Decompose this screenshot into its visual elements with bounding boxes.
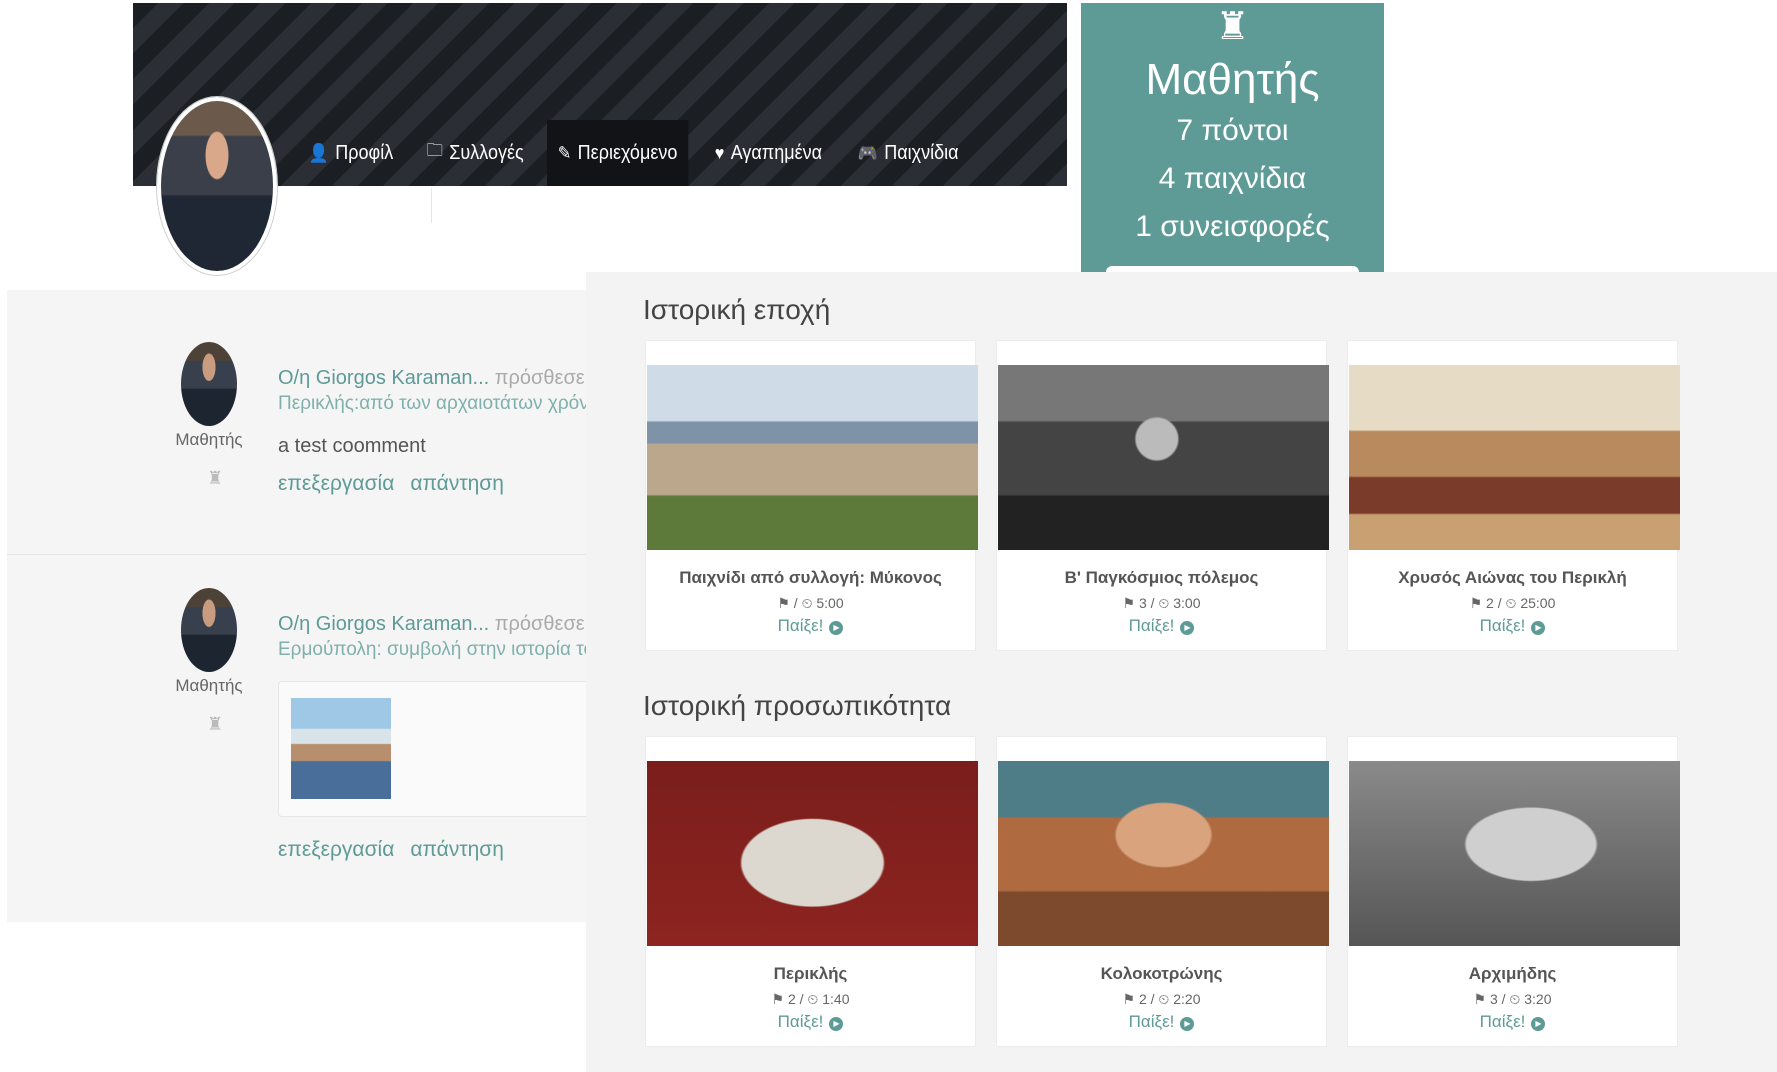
nav-label-favorites: Αγαπημένα	[731, 141, 823, 164]
nav-item-content[interactable]: ✎ Περιεχόμενο	[547, 120, 689, 186]
game-card[interactable]: Αρχιμήδης ⚑ 3 / ⏲ 3:20 Παίξε! ▶	[1347, 736, 1680, 1047]
game-card-meta: ⚑ / ⏲ 5:00	[777, 595, 844, 611]
attachment-thumbnail[interactable]	[291, 698, 391, 799]
play-icon: ▶	[1180, 1017, 1195, 1031]
game-card[interactable]: Χρυσός Αιώνας του Περικλή ⚑ 2 / ⏲ 25:00 …	[1347, 340, 1680, 651]
play-icon: ▶	[1531, 1017, 1546, 1031]
flag-icon: ⚑	[1469, 595, 1483, 611]
avatar[interactable]	[181, 588, 237, 672]
game-card-image	[647, 761, 978, 946]
game-card[interactable]: Κολοκοτρώνης ⚑ 2 / ⏲ 2:20 Παίξε! ▶	[996, 736, 1329, 1047]
game-card-title: Κολοκοτρώνης	[1100, 964, 1223, 983]
profile-panel: 👤 Προφίλ 🗀 Συλλογές ✎ Περιεχόμενο ♥ Αγαπ…	[133, 3, 1067, 291]
nav-label-content: Περιεχόμενο	[578, 141, 678, 164]
reply-link[interactable]: απάντηση	[410, 838, 504, 862]
feed-actions: επεξεργασία απάντηση	[278, 838, 504, 862]
divider	[431, 188, 432, 223]
feed-headline: O/η Giorgos Karaman... πρόσθεσε το ακόλο	[278, 613, 587, 636]
activity-feed: Μαθητής ♜ O/η Giorgos Karaman... πρόσθεσ…	[7, 290, 587, 922]
nav-label-profile: Προφίλ	[335, 141, 394, 164]
feed-comment-text: a test coomment	[278, 435, 426, 457]
feed-item: Μαθητής ♜ O/η Giorgos Karaman... πρόσθεσ…	[7, 555, 587, 922]
feed-actions: επεξεργασία απάντηση	[278, 472, 504, 496]
game-card-image	[998, 365, 1329, 550]
nav-item-collections[interactable]: 🗀 Συλλογές	[416, 120, 535, 186]
game-card-meta: ⚑ 3 / ⏲ 3:20	[1473, 991, 1552, 1007]
nav-item-favorites[interactable]: ♥ Αγαπημένα	[704, 120, 833, 186]
feed-action-text: πρόσθεσε το ακόλο	[494, 367, 587, 389]
game-card-title: Β' Παγκόσμιος πόλεμος	[1064, 568, 1259, 587]
folder-icon: 🗀	[426, 140, 443, 160]
rank-card: ♜ Μαθητής 7 πόντοι 4 παιχνίδια 1 συνεισφ…	[1081, 3, 1384, 272]
chef-hat-icon: ♜	[207, 468, 224, 488]
play-button[interactable]: Παίξε! ▶	[646, 616, 975, 636]
flag-icon: ⚑	[777, 595, 790, 611]
play-icon: ▶	[1180, 621, 1195, 635]
games-panel: Ιστορική εποχή Παιχνίδι από συλλογή: Μύκ…	[586, 272, 1777, 1072]
profile-avatar[interactable]	[157, 97, 277, 275]
flag-icon: ⚑	[1122, 595, 1136, 611]
nav-label-games: Παιχνίδια	[884, 141, 960, 164]
game-card-image	[1349, 365, 1680, 550]
reply-link[interactable]: απάντηση	[410, 472, 504, 496]
user-icon: 👤	[308, 142, 329, 163]
game-card-meta: ⚑ 2 / ⏲ 2:20	[1122, 991, 1201, 1007]
game-card[interactable]: Περικλής ⚑ 2 / ⏲ 1:40 Παίξε! ▶	[645, 736, 978, 1047]
play-button[interactable]: Παίξε! ▶	[997, 1012, 1326, 1032]
feed-user-link[interactable]: O/η Giorgos Karaman...	[278, 367, 489, 389]
rank-title: Μαθητής	[1145, 55, 1320, 104]
nav-label-collections: Συλλογές	[449, 141, 524, 164]
heart-icon: ♥	[715, 142, 725, 163]
flag-icon: ⚑	[1122, 991, 1136, 1007]
game-card-image	[1349, 761, 1680, 946]
edit-icon: ✎	[558, 142, 572, 163]
game-card-meta: ⚑ 2 / ⏲ 1:40	[771, 991, 850, 1007]
flag-icon: ⚑	[771, 991, 785, 1007]
section-title-person: Ιστορική προσωπικότητα	[643, 690, 952, 721]
rank-contributions: 1 συνεισφορές	[1135, 210, 1330, 243]
play-icon: ▶	[829, 621, 844, 635]
edit-link[interactable]: επεξεργασία	[278, 838, 394, 862]
profile-nav: 👤 Προφίλ 🗀 Συλλογές ✎ Περιεχόμενο ♥ Αγαπ…	[298, 120, 983, 186]
nav-item-games[interactable]: 🎮 Παιχνίδια	[847, 120, 969, 186]
chef-hat-icon: ♜	[1215, 6, 1250, 48]
feed-action-text: πρόσθεσε το ακόλο	[494, 613, 587, 635]
play-icon: ▶	[1531, 621, 1546, 635]
feed-target-link[interactable]: Περικλής:από των αρχαιοτάτων χρόνων μέχρ	[278, 393, 587, 415]
game-card-meta: ⚑ 3 / ⏲ 3:00	[1122, 595, 1201, 611]
user-role: Μαθητής	[175, 430, 243, 449]
game-card-image	[998, 761, 1329, 946]
attachment-box	[278, 681, 587, 817]
play-button[interactable]: Παίξε! ▶	[646, 1012, 975, 1032]
avatar[interactable]	[181, 342, 237, 426]
gamepad-icon: 🎮	[858, 142, 879, 163]
game-card-title: Παιχνίδι από συλλογή: Μύκονος	[679, 568, 942, 587]
chef-hat-icon: ♜	[207, 714, 224, 734]
game-card-meta: ⚑ 2 / ⏲ 25:00	[1469, 595, 1556, 611]
play-button[interactable]: Παίξε! ▶	[1348, 1012, 1677, 1032]
flag-icon: ⚑	[1473, 991, 1487, 1007]
user-role: Μαθητής	[175, 676, 243, 695]
game-card-image	[647, 365, 978, 550]
game-card-title: Χρυσός Αιώνας του Περικλή	[1398, 568, 1627, 587]
feed-target-link[interactable]: Ερμούπολη: συμβολή στην ιστορία του νησι…	[278, 639, 587, 661]
rank-points: 7 πόντοι	[1176, 114, 1289, 147]
play-button[interactable]: Παίξε! ▶	[997, 616, 1326, 636]
play-button[interactable]: Παίξε! ▶	[1348, 616, 1677, 636]
game-card-title: Περικλής	[773, 964, 848, 983]
game-card[interactable]: Β' Παγκόσμιος πόλεμος ⚑ 3 / ⏲ 3:00 Παίξε…	[996, 340, 1329, 651]
feed-item: Μαθητής ♜ O/η Giorgos Karaman... πρόσθεσ…	[7, 290, 587, 555]
feed-headline: O/η Giorgos Karaman... πρόσθεσε το ακόλο	[278, 367, 587, 390]
play-icon: ▶	[829, 1017, 844, 1031]
rank-games: 4 παιχνίδια	[1158, 162, 1307, 195]
section-title-era: Ιστορική εποχή	[643, 294, 831, 325]
game-card[interactable]: Παιχνίδι από συλλογή: Μύκονος ⚑ / ⏲ 5:00…	[645, 340, 978, 651]
game-card-title: Αρχιμήδης	[1468, 964, 1557, 983]
feed-user-link[interactable]: O/η Giorgos Karaman...	[278, 613, 489, 635]
nav-item-profile[interactable]: 👤 Προφίλ	[298, 120, 404, 186]
edit-link[interactable]: επεξεργασία	[278, 472, 394, 496]
